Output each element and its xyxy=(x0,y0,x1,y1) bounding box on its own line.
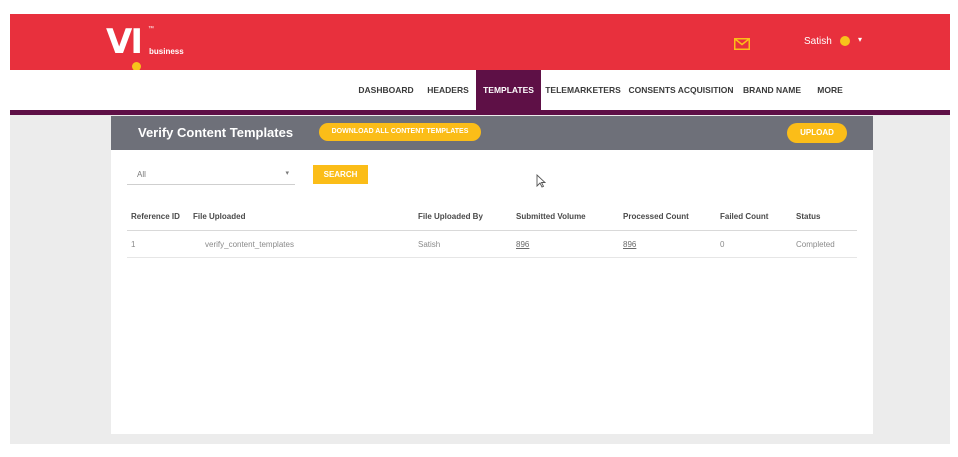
column-header-reference-id: Reference ID xyxy=(131,212,180,221)
cell-file-uploaded-by: Satish xyxy=(418,240,441,249)
nav-more[interactable]: MORE xyxy=(810,70,850,110)
chevron-down-icon: ▾ xyxy=(285,170,289,177)
search-button[interactable]: SEARCH xyxy=(313,165,368,184)
nav-templates[interactable]: TEMPLATES xyxy=(476,70,541,110)
logo-text: VI xyxy=(106,22,143,62)
user-icon[interactable] xyxy=(840,36,850,46)
logo-subtitle: business xyxy=(149,47,184,56)
column-header-processed-count: Processed Count xyxy=(623,212,689,221)
nav-telemarketers[interactable]: TELEMARKETERS xyxy=(545,70,621,110)
page-title: Verify Content Templates xyxy=(138,125,294,140)
column-header-submitted-volume: Submitted Volume xyxy=(516,212,586,221)
chevron-down-icon[interactable]: ▾ xyxy=(858,35,862,44)
download-all-templates-button[interactable]: DOWNLOAD ALL CONTENT TEMPLATES xyxy=(319,123,481,141)
cell-file-uploaded: verify_content_templates xyxy=(205,240,294,249)
vi-business-logo[interactable]: VI ™ business xyxy=(106,22,206,71)
upload-button[interactable]: UPLOAD xyxy=(787,123,847,143)
mouse-cursor-icon xyxy=(536,174,546,188)
content-panel: Verify Content Templates DOWNLOAD ALL CO… xyxy=(111,116,873,434)
cell-processed-count-link[interactable]: 896 xyxy=(623,240,636,249)
column-header-file-uploaded: File Uploaded xyxy=(193,212,246,221)
table-header-divider xyxy=(127,230,857,231)
nav-consents-acquisition[interactable]: CONSENTS ACQUISITION xyxy=(628,70,734,110)
column-header-file-uploaded-by: File Uploaded By xyxy=(418,212,483,221)
filter-select[interactable]: All ▾ xyxy=(127,166,295,185)
cell-failed-count: 0 xyxy=(720,240,725,249)
cell-status: Completed xyxy=(796,240,835,249)
column-header-failed-count: Failed Count xyxy=(720,212,769,221)
cell-submitted-volume-link[interactable]: 896 xyxy=(516,240,529,249)
cell-reference-id: 1 xyxy=(131,240,136,249)
filter-selected-value: All xyxy=(137,170,146,179)
row-divider xyxy=(127,257,857,258)
nav-dashboard[interactable]: DASHBOARD xyxy=(356,70,416,110)
logo-trademark: ™ xyxy=(148,26,154,32)
column-header-status: Status xyxy=(796,212,821,221)
nav-brand-name[interactable]: BRAND NAME xyxy=(742,70,802,110)
top-bar: VI ™ business Satish ▾ xyxy=(10,14,950,71)
user-name[interactable]: Satish xyxy=(804,36,832,47)
mail-icon[interactable] xyxy=(734,38,750,50)
nav-headers[interactable]: HEADERS xyxy=(424,70,472,110)
nav-underline xyxy=(10,110,950,115)
panel-header: Verify Content Templates DOWNLOAD ALL CO… xyxy=(111,116,873,150)
